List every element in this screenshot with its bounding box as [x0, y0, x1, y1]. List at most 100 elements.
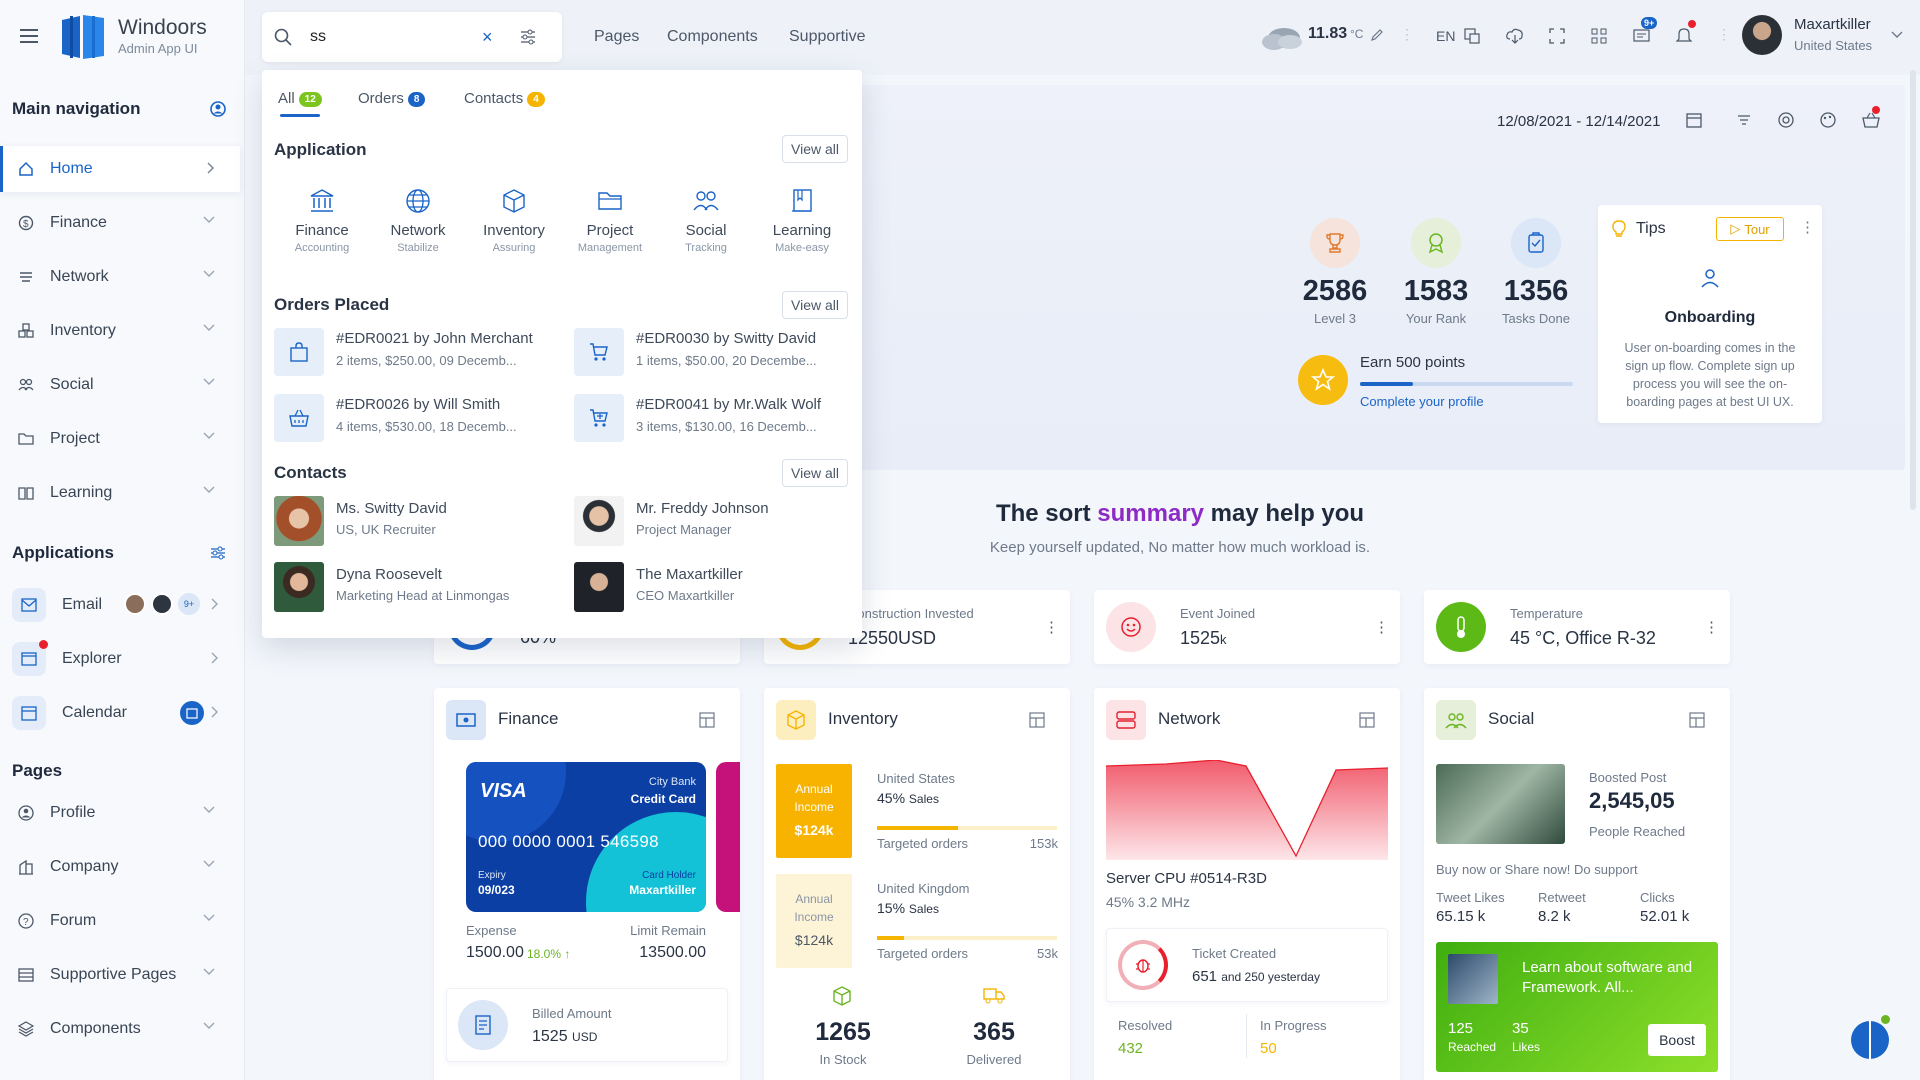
more-vertical-icon[interactable]: ⋮ — [1800, 218, 1815, 236]
order-item[interactable]: #EDR0026 by Will Smith 4 items, $530.00,… — [274, 394, 554, 446]
second-card[interactable] — [716, 762, 740, 912]
app-name: Windoors — [118, 16, 207, 39]
search-input[interactable] — [310, 25, 510, 49]
nav-social[interactable]: Social — [0, 362, 240, 408]
contact-item[interactable]: Ms. Switty David US, UK Recruiter — [274, 496, 554, 548]
search-app-title: Project — [586, 222, 634, 239]
nav-network[interactable]: Network — [0, 254, 240, 300]
date-range[interactable]: 12/08/2021 - 12/14/2021 — [1497, 113, 1660, 130]
layout-icon[interactable] — [1029, 712, 1045, 728]
more-vertical-icon[interactable]: ⋮ — [1717, 26, 1731, 43]
user-circle-icon[interactable] — [210, 101, 226, 117]
fullscreen-icon[interactable] — [1549, 28, 1565, 44]
layout-icon[interactable] — [1359, 712, 1375, 728]
user-location: United States — [1794, 38, 1873, 53]
search-app-inventory[interactable]: Inventory Assuring — [466, 188, 562, 254]
order-title: #EDR0041 by Mr.Walk Wolf — [636, 396, 822, 413]
app-explorer[interactable]: Explorer — [0, 636, 240, 682]
nav-learning[interactable]: Learning — [0, 470, 240, 516]
nav-inventory-label: Inventory — [50, 322, 116, 339]
tips-title: Tips — [1636, 220, 1666, 237]
more-vertical-icon[interactable]: ⋮ — [1044, 618, 1059, 636]
assistant-globe-icon[interactable] — [1851, 1021, 1889, 1059]
page-company[interactable]: Company — [0, 844, 240, 890]
search-app-project[interactable]: Project Management — [562, 188, 658, 254]
filter-icon[interactable] — [1737, 114, 1751, 126]
palette-icon[interactable] — [1820, 112, 1836, 128]
nav-finance[interactable]: $ Finance — [0, 200, 240, 246]
in-progress-value: 50 — [1260, 1040, 1277, 1057]
contact-avatar — [274, 496, 324, 546]
page-supportive[interactable]: Supportive Pages — [0, 952, 240, 998]
top-link-components[interactable]: Components — [667, 28, 758, 46]
resolved-value: 432 — [1118, 1040, 1144, 1057]
menu-icon[interactable] — [20, 28, 38, 44]
social-cta: Buy now or Share now! Do support — [1436, 862, 1638, 877]
region-sales-percent: 45% — [877, 790, 906, 806]
nav-inventory[interactable]: Inventory — [0, 308, 240, 354]
clear-icon[interactable]: × — [482, 28, 493, 46]
app-email-label: Email — [62, 596, 103, 613]
contact-item[interactable]: The Maxartkiller CEO Maxartkiller — [574, 562, 854, 614]
order-item[interactable]: #EDR0030 by Switty David 1 items, $50.00… — [574, 328, 854, 380]
tab-contacts[interactable]: Contacts 4 — [464, 90, 545, 107]
chat-icon[interactable] — [1633, 28, 1651, 44]
view-all-orders-button[interactable]: View all — [782, 291, 848, 319]
search-app-learning[interactable]: Learning Make-easy — [754, 188, 850, 254]
page-profile[interactable]: Profile — [0, 790, 240, 836]
nav-project[interactable]: Project — [0, 416, 240, 462]
contact-item[interactable]: Mr. Freddy Johnson Project Manager — [574, 496, 854, 548]
search-app-finance[interactable]: Finance Accounting — [274, 188, 370, 254]
boosted-post-image[interactable] — [1436, 764, 1565, 844]
search-filter-icon[interactable] — [520, 29, 536, 45]
expiry-value: 09/023 — [478, 883, 515, 897]
resolved-label: Resolved — [1118, 1018, 1173, 1033]
layout-icon[interactable] — [1689, 712, 1705, 728]
chevron-down-icon — [202, 215, 216, 225]
order-item[interactable]: #EDR0041 by Mr.Walk Wolf 3 items, $130.0… — [574, 394, 854, 446]
more-vertical-icon[interactable]: ⋮ — [1374, 618, 1389, 636]
search-app-network[interactable]: Network Stabilize — [370, 188, 466, 254]
user-avatar[interactable] — [1742, 15, 1782, 55]
apps-grid-icon[interactable] — [1591, 28, 1607, 44]
app-calendar[interactable]: Calendar — [0, 690, 240, 736]
chevron-down-icon[interactable] — [1890, 30, 1904, 40]
complete-profile-link[interactable]: Complete your profile — [1360, 394, 1484, 409]
page-company-label: Company — [50, 858, 119, 875]
boost-button[interactable]: Boost — [1648, 1024, 1706, 1056]
sliders-icon[interactable] — [210, 545, 226, 561]
page-components[interactable]: Components — [0, 1006, 240, 1052]
calendar-icon[interactable] — [1686, 112, 1702, 128]
page-forum-label: Forum — [50, 912, 97, 929]
card-type: Credit Card — [630, 792, 696, 806]
boxes-icon — [16, 321, 36, 341]
page-forum[interactable]: ? Forum — [0, 898, 240, 944]
scrollbar[interactable] — [1910, 70, 1916, 510]
layout-icon[interactable] — [699, 712, 715, 728]
pencil-icon[interactable] — [1370, 28, 1384, 42]
app-email[interactable]: Email 9+ — [0, 582, 240, 628]
view-all-applications-button[interactable]: View all — [782, 135, 848, 163]
folder-icon — [16, 429, 36, 449]
nav-home[interactable]: Home — [0, 146, 240, 192]
translate-icon[interactable] — [1464, 28, 1480, 44]
bell-icon[interactable] — [1676, 26, 1692, 44]
tab-all[interactable]: All 12 — [278, 90, 322, 107]
tour-button[interactable]: ▷ Tour — [1716, 217, 1784, 241]
basket-icon[interactable] — [1862, 112, 1880, 128]
region-progress-track — [877, 936, 1057, 940]
tab-orders[interactable]: Orders 8 — [358, 90, 426, 107]
top-link-pages[interactable]: Pages — [594, 28, 639, 46]
more-vertical-icon[interactable]: ⋮ — [1400, 26, 1414, 43]
top-link-supportive[interactable]: Supportive — [789, 28, 866, 46]
more-vertical-icon[interactable]: ⋮ — [1704, 618, 1719, 636]
language-code[interactable]: EN — [1436, 28, 1455, 44]
user-name[interactable]: Maxartkiller — [1794, 16, 1871, 33]
stat-tasks-value: 1356 — [1503, 275, 1569, 307]
view-all-contacts-button[interactable]: View all — [782, 459, 848, 487]
cloud-download-icon[interactable] — [1506, 28, 1524, 44]
order-item[interactable]: #EDR0021 by John Merchant 2 items, $250.… — [274, 328, 554, 380]
search-app-social[interactable]: Social Tracking — [658, 188, 754, 254]
contact-item[interactable]: Dyna Roosevelt Marketing Head at Linmong… — [274, 562, 554, 614]
lifebuoy-icon[interactable] — [1778, 112, 1794, 128]
